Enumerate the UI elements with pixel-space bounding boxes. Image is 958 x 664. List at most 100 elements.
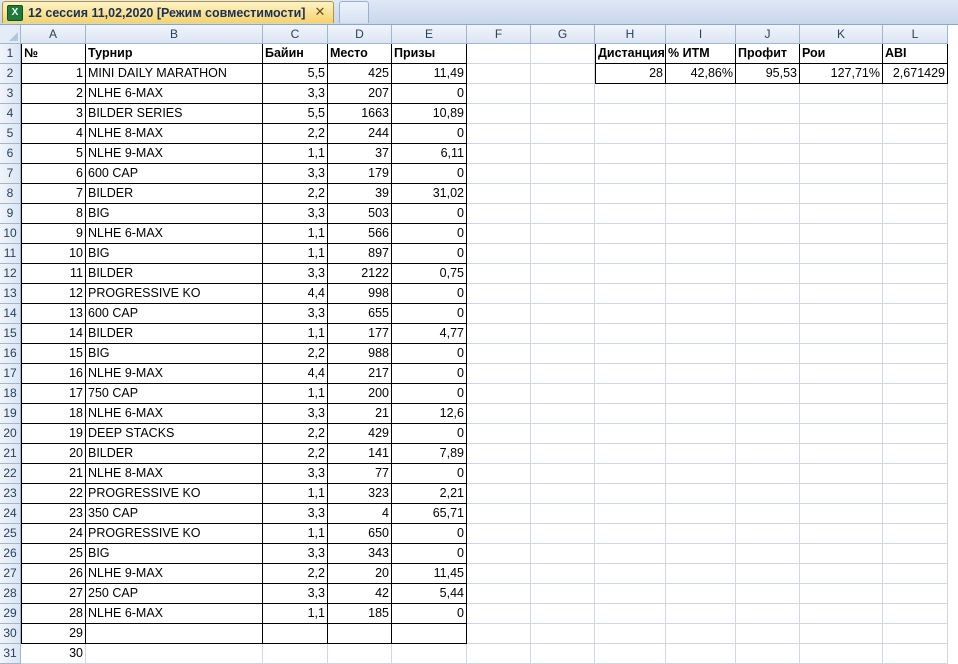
cell-k29[interactable]: [800, 604, 883, 624]
cell-i25[interactable]: [666, 524, 736, 544]
cell-h19[interactable]: [595, 404, 666, 424]
cell-k26[interactable]: [800, 544, 883, 564]
cell-b16[interactable]: BIG: [86, 344, 263, 364]
cell-i20[interactable]: [666, 424, 736, 444]
row-header[interactable]: 23: [0, 484, 21, 504]
cell-h28[interactable]: [595, 584, 666, 604]
cell-d16[interactable]: 988: [328, 344, 392, 364]
cell-j14[interactable]: [736, 304, 800, 324]
cell-c30[interactable]: [263, 624, 328, 644]
cell-k23[interactable]: [800, 484, 883, 504]
cell-f24[interactable]: [467, 504, 531, 524]
cell-l26[interactable]: [883, 544, 948, 564]
cell-g25[interactable]: [531, 524, 595, 544]
column-header-b[interactable]: B: [86, 25, 263, 44]
cell-d17[interactable]: 217: [328, 364, 392, 384]
cell-a16[interactable]: 15: [21, 344, 86, 364]
cell-a27[interactable]: 26: [21, 564, 86, 584]
cell-e17[interactable]: 0: [392, 364, 467, 384]
cell-e2[interactable]: 11,49: [392, 64, 467, 84]
cell-c7[interactable]: 3,3: [263, 164, 328, 184]
cell-k31[interactable]: [800, 644, 883, 664]
row-header[interactable]: 4: [0, 104, 21, 124]
cell-j17[interactable]: [736, 364, 800, 384]
cell-d1[interactable]: Место: [328, 44, 392, 64]
cell-i13[interactable]: [666, 284, 736, 304]
cell-j12[interactable]: [736, 264, 800, 284]
cell-i11[interactable]: [666, 244, 736, 264]
cell-l25[interactable]: [883, 524, 948, 544]
cell-a18[interactable]: 17: [21, 384, 86, 404]
cell-g18[interactable]: [531, 384, 595, 404]
cell-l7[interactable]: [883, 164, 948, 184]
cell-k4[interactable]: [800, 104, 883, 124]
cell-i7[interactable]: [666, 164, 736, 184]
cell-l17[interactable]: [883, 364, 948, 384]
cell-i2[interactable]: 42,86%: [666, 64, 736, 84]
cell-e18[interactable]: 0: [392, 384, 467, 404]
column-header-h[interactable]: H: [595, 25, 666, 44]
cell-e15[interactable]: 4,77: [392, 324, 467, 344]
cell-b21[interactable]: BILDER: [86, 444, 263, 464]
cell-i28[interactable]: [666, 584, 736, 604]
cell-k5[interactable]: [800, 124, 883, 144]
cell-b19[interactable]: NLHE 6-MAX: [86, 404, 263, 424]
new-tab-button[interactable]: [339, 1, 369, 23]
cell-l11[interactable]: [883, 244, 948, 264]
column-header-f[interactable]: F: [467, 25, 531, 44]
cell-j15[interactable]: [736, 324, 800, 344]
row-header[interactable]: 30: [0, 624, 21, 644]
cell-d31[interactable]: [328, 644, 392, 664]
cell-g23[interactable]: [531, 484, 595, 504]
cell-i9[interactable]: [666, 204, 736, 224]
cell-j28[interactable]: [736, 584, 800, 604]
cell-d21[interactable]: 141: [328, 444, 392, 464]
cell-c14[interactable]: 3,3: [263, 304, 328, 324]
cell-c24[interactable]: 3,3: [263, 504, 328, 524]
column-header-a[interactable]: A: [21, 25, 86, 44]
cell-b28[interactable]: 250 CAP: [86, 584, 263, 604]
cell-f27[interactable]: [467, 564, 531, 584]
cell-f19[interactable]: [467, 404, 531, 424]
cell-j27[interactable]: [736, 564, 800, 584]
cell-e10[interactable]: 0: [392, 224, 467, 244]
cell-h13[interactable]: [595, 284, 666, 304]
cell-i3[interactable]: [666, 84, 736, 104]
cell-d20[interactable]: 429: [328, 424, 392, 444]
cell-l28[interactable]: [883, 584, 948, 604]
cell-a2[interactable]: 1: [21, 64, 86, 84]
cell-b22[interactable]: NLHE 8-MAX: [86, 464, 263, 484]
cell-k7[interactable]: [800, 164, 883, 184]
cell-e11[interactable]: 0: [392, 244, 467, 264]
cell-g14[interactable]: [531, 304, 595, 324]
column-header-j[interactable]: J: [736, 25, 800, 44]
cell-c22[interactable]: 3,3: [263, 464, 328, 484]
cell-l20[interactable]: [883, 424, 948, 444]
cell-d10[interactable]: 566: [328, 224, 392, 244]
cell-i4[interactable]: [666, 104, 736, 124]
cell-b17[interactable]: NLHE 9-MAX: [86, 364, 263, 384]
cell-c25[interactable]: 1,1: [263, 524, 328, 544]
cell-j2[interactable]: 95,53: [736, 64, 800, 84]
cell-f22[interactable]: [467, 464, 531, 484]
cell-e22[interactable]: 0: [392, 464, 467, 484]
column-header-d[interactable]: D: [328, 25, 392, 44]
cell-a1[interactable]: №: [21, 44, 86, 64]
cell-k16[interactable]: [800, 344, 883, 364]
cell-l31[interactable]: [883, 644, 948, 664]
row-header[interactable]: 13: [0, 284, 21, 304]
cell-f26[interactable]: [467, 544, 531, 564]
cell-a23[interactable]: 22: [21, 484, 86, 504]
cell-g12[interactable]: [531, 264, 595, 284]
cell-f17[interactable]: [467, 364, 531, 384]
cell-f9[interactable]: [467, 204, 531, 224]
cell-c3[interactable]: 3,3: [263, 84, 328, 104]
cell-j6[interactable]: [736, 144, 800, 164]
cell-j25[interactable]: [736, 524, 800, 544]
cell-k27[interactable]: [800, 564, 883, 584]
cell-b25[interactable]: PROGRESSIVE KO: [86, 524, 263, 544]
cell-f25[interactable]: [467, 524, 531, 544]
cell-d18[interactable]: 200: [328, 384, 392, 404]
cell-b8[interactable]: BILDER: [86, 184, 263, 204]
cell-i26[interactable]: [666, 544, 736, 564]
